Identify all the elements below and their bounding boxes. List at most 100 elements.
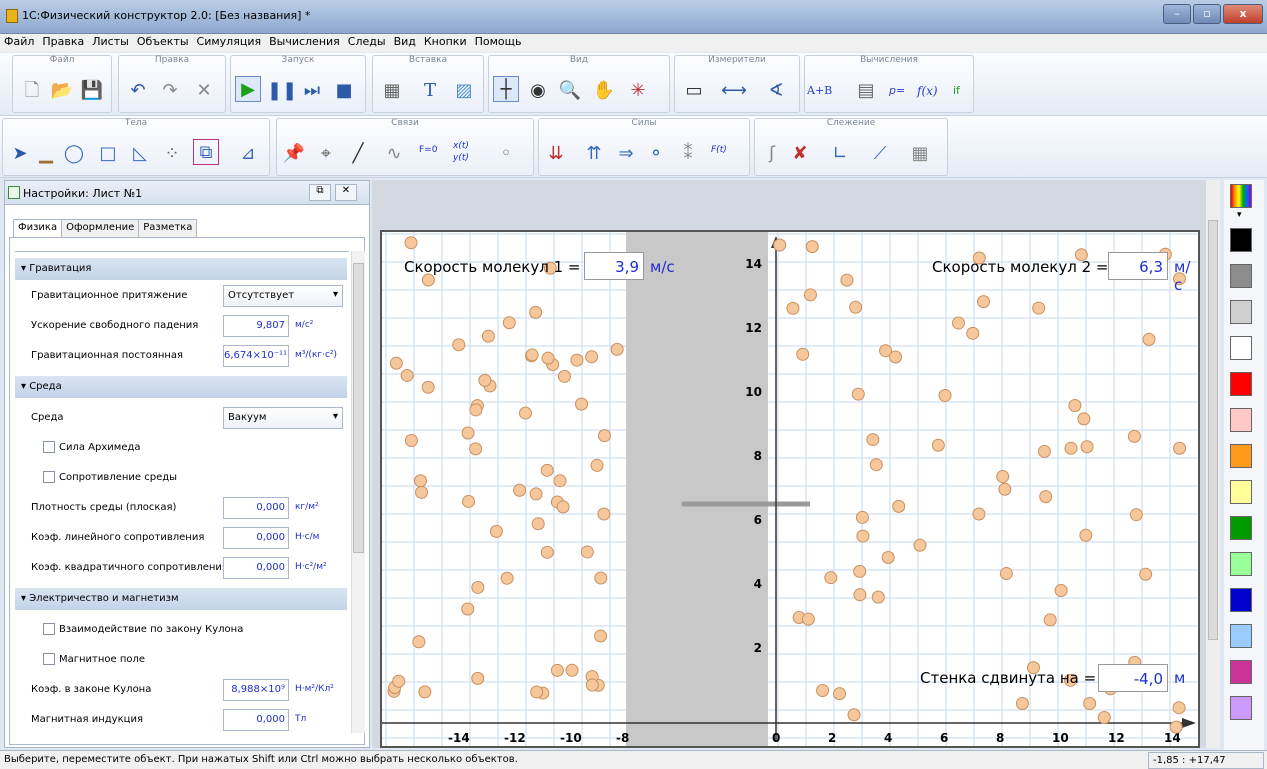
- delete-icon[interactable]: ✕: [191, 78, 217, 104]
- speed2-field[interactable]: 6,3: [1108, 252, 1168, 280]
- resistance-checkbox[interactable]: [43, 471, 55, 483]
- wall-field[interactable]: -4,0: [1098, 664, 1168, 692]
- coulomb-checkbox[interactable]: [43, 623, 55, 635]
- rectangle-icon[interactable]: □: [95, 141, 121, 167]
- palette-swatch[interactable]: [1230, 444, 1252, 468]
- palette-swatch[interactable]: [1230, 408, 1252, 432]
- pointer-icon[interactable]: ➤: [7, 141, 33, 167]
- maximize-button[interactable]: ▫: [1193, 4, 1221, 24]
- tab-appearance[interactable]: Оформление: [61, 219, 140, 237]
- stop-icon[interactable]: ■: [331, 78, 357, 104]
- calculator-icon[interactable]: ▤: [853, 78, 879, 104]
- step-icon[interactable]: ⏭: [299, 78, 325, 104]
- sum-button[interactable]: A+B: [807, 84, 832, 97]
- remove-trace-icon[interactable]: ✘: [787, 141, 813, 167]
- rod-icon[interactable]: ╱: [345, 141, 371, 167]
- close-button[interactable]: x: [1223, 4, 1263, 24]
- menu-simulation[interactable]: Симуляция: [193, 34, 266, 48]
- palette-swatch[interactable]: [1230, 516, 1252, 540]
- minimize-button[interactable]: –: [1163, 4, 1191, 24]
- particles-icon[interactable]: ⁘: [159, 141, 185, 167]
- property-scrollbar[interactable]: [351, 251, 365, 733]
- magnetic-induction-field[interactable]: 0,000: [223, 709, 289, 731]
- section-em[interactable]: ▾ Электричество и магнетизм: [15, 588, 347, 610]
- spring-icon[interactable]: ∿: [381, 141, 407, 167]
- palette-multicolor-swatch[interactable]: [1230, 184, 1252, 208]
- coulomb-constant-field[interactable]: 8,988×10⁹: [223, 679, 289, 701]
- text-icon[interactable]: T: [417, 78, 443, 104]
- force-time-label[interactable]: F(t): [711, 145, 727, 155]
- gravity-acceleration-field[interactable]: 9,807: [223, 315, 289, 337]
- speed1-field[interactable]: 3,9: [584, 252, 644, 280]
- section-medium[interactable]: ▾ Среда: [15, 376, 347, 398]
- palette-swatch[interactable]: [1230, 228, 1252, 252]
- linear-resistance-field[interactable]: 0,000: [223, 527, 289, 549]
- pin-icon[interactable]: 📌: [281, 141, 307, 167]
- menu-view[interactable]: Вид: [390, 34, 420, 48]
- save-icon[interactable]: 💾: [79, 78, 105, 104]
- panel-float-button[interactable]: ⧉: [309, 184, 331, 201]
- center-icon[interactable]: ✳: [625, 78, 651, 104]
- graph-icon[interactable]: ∟: [827, 141, 853, 167]
- hinge-icon[interactable]: ⌖: [313, 141, 339, 167]
- palette-swatch[interactable]: [1230, 552, 1252, 576]
- polygon-icon[interactable]: ⊿: [235, 141, 261, 167]
- distance-icon[interactable]: ⟷: [721, 78, 747, 104]
- menu-objects[interactable]: Объекты: [133, 34, 193, 48]
- play-icon[interactable]: ▶: [235, 76, 261, 102]
- palette-swatch[interactable]: [1230, 696, 1252, 720]
- dot-icon[interactable]: ◦: [493, 141, 519, 167]
- property-scrollbar-thumb[interactable]: [353, 263, 364, 553]
- menu-file[interactable]: Файл: [0, 34, 38, 48]
- menu-sheets[interactable]: Листы: [88, 34, 133, 48]
- palette-swatch[interactable]: [1230, 300, 1252, 324]
- section-gravity[interactable]: ▾ Гравитация: [15, 258, 347, 280]
- ground-icon[interactable]: ▁: [33, 141, 59, 167]
- gravity-constant-field[interactable]: 6,674×10⁻¹¹: [223, 345, 289, 367]
- palette-swatch[interactable]: [1230, 624, 1252, 648]
- palette-swatch[interactable]: [1230, 372, 1252, 396]
- group-select-icon[interactable]: ⧉: [193, 139, 219, 165]
- canvas-scrollbar[interactable]: [1206, 180, 1220, 748]
- tab-markup[interactable]: Разметка: [138, 219, 198, 237]
- menu-edit[interactable]: Правка: [38, 34, 88, 48]
- menu-buttons[interactable]: Кнопки: [420, 34, 471, 48]
- open-folder-icon[interactable]: 📂: [49, 78, 75, 104]
- magnet-icon[interactable]: ⚬: [643, 141, 669, 167]
- ruler-icon[interactable]: ▭: [681, 78, 707, 104]
- charges-icon[interactable]: ⁑: [675, 141, 701, 167]
- table-icon[interactable]: ▦: [907, 141, 933, 167]
- palette-swatch[interactable]: [1230, 660, 1252, 684]
- palette-swatch[interactable]: [1230, 336, 1252, 360]
- panel-close-button[interactable]: ✕: [335, 184, 357, 201]
- force-zero-label[interactable]: F=0: [419, 145, 437, 155]
- medium-select[interactable]: Вакуум: [223, 407, 343, 429]
- simulation-scene[interactable]: 0 2 4 6 8 10 12 14 -14 -12 -10 -8 2 4 6 8 10 12 14 Скорост…: [380, 230, 1200, 748]
- triangle-icon[interactable]: ◺: [127, 141, 153, 167]
- yt-label[interactable]: y(t): [453, 153, 469, 163]
- undo-icon[interactable]: ↶: [125, 78, 151, 104]
- if-button[interactable]: if: [953, 84, 960, 97]
- palette-swatch[interactable]: [1230, 588, 1252, 612]
- menu-calculations[interactable]: Вычисления: [265, 34, 344, 48]
- angle-icon[interactable]: ∢: [763, 78, 789, 104]
- density-field[interactable]: 0,000: [223, 497, 289, 519]
- gravity-attraction-select[interactable]: Отсутствует: [223, 285, 343, 307]
- param-button[interactable]: p=: [889, 84, 905, 97]
- field-icon[interactable]: ⇊: [543, 141, 569, 167]
- chart-edit-icon[interactable]: ⟋: [867, 141, 893, 167]
- xt-label[interactable]: x(t): [453, 141, 469, 151]
- palette-swatch[interactable]: [1230, 264, 1252, 288]
- menu-help[interactable]: Помощь: [471, 34, 526, 48]
- axes-icon[interactable]: ┼: [493, 76, 519, 102]
- palette-dropdown-icon[interactable]: ▾: [1237, 210, 1242, 220]
- magnetic-field-checkbox[interactable]: [43, 653, 55, 665]
- quadratic-resistance-field[interactable]: 0,000: [223, 557, 289, 579]
- jet-icon[interactable]: ⇈: [581, 141, 607, 167]
- zoom-icon[interactable]: 🔍: [557, 78, 583, 104]
- trace-icon[interactable]: ʃ: [759, 141, 785, 167]
- menu-traces[interactable]: Следы: [344, 34, 390, 48]
- thrust-icon[interactable]: ⇒: [613, 141, 639, 167]
- archimedes-checkbox[interactable]: [43, 441, 55, 453]
- eye-icon[interactable]: ◉: [525, 78, 551, 104]
